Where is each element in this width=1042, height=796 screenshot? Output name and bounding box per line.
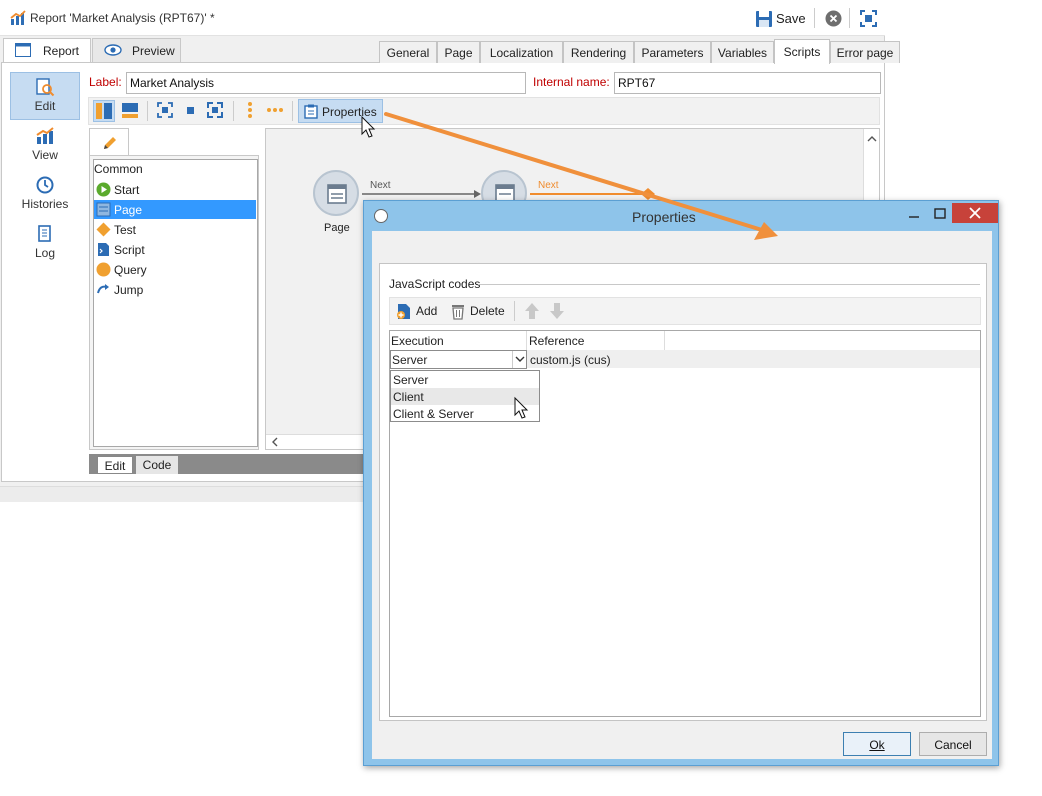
- column-header-reference[interactable]: Reference: [528, 331, 665, 350]
- tab-variables[interactable]: Variables: [711, 41, 774, 63]
- tab-rendering[interactable]: Rendering: [563, 41, 634, 63]
- tab-scripts[interactable]: Scripts: [774, 39, 830, 64]
- trash-icon: [452, 305, 464, 320]
- chevron-down-icon: [515, 356, 525, 362]
- move-up-icon[interactable]: [524, 302, 540, 320]
- cancel-button[interactable]: Cancel: [919, 732, 987, 756]
- dialog-title-bar[interactable]: Properties: [364, 201, 998, 231]
- ok-button-label: Ok: [869, 738, 885, 752]
- delete-script-button[interactable]: Delete: [450, 303, 508, 321]
- section-title: JavaScript codes: [389, 277, 481, 291]
- tab-error-page[interactable]: Error page: [830, 41, 900, 63]
- tab-page[interactable]: Page: [437, 41, 480, 63]
- close-icon: [969, 207, 981, 219]
- column-header-execution[interactable]: Execution: [390, 331, 527, 350]
- dialog-title: Properties: [632, 209, 696, 225]
- add-script-label: Add: [416, 304, 438, 318]
- maximize-button[interactable]: [926, 205, 954, 225]
- maximize-icon: [934, 208, 946, 219]
- add-script-button[interactable]: Add: [396, 303, 440, 321]
- cancel-button-label: Cancel: [934, 738, 972, 752]
- toolbar-separator: [514, 301, 515, 321]
- option-client-and-server[interactable]: Client & Server: [391, 405, 539, 422]
- tab-localization[interactable]: Localization: [480, 41, 563, 63]
- minimize-icon: [909, 216, 919, 218]
- tab-parameters[interactable]: Parameters: [634, 41, 711, 63]
- reference-cell[interactable]: custom.js (cus): [530, 353, 611, 367]
- option-server[interactable]: Server: [391, 371, 539, 388]
- dialog-close-button[interactable]: [952, 203, 998, 223]
- tab-general[interactable]: General: [379, 41, 437, 63]
- move-down-icon[interactable]: [549, 302, 565, 320]
- minimize-button[interactable]: [900, 205, 928, 225]
- execution-select-toggle[interactable]: [512, 351, 526, 368]
- section-divider: [478, 284, 980, 285]
- option-client[interactable]: Client: [391, 388, 539, 405]
- delete-script-label: Delete: [470, 304, 505, 318]
- execution-select[interactable]: Server: [390, 350, 527, 369]
- app-logo-icon: [374, 209, 388, 223]
- add-document-icon: [397, 304, 410, 319]
- ok-button[interactable]: Ok: [843, 732, 911, 756]
